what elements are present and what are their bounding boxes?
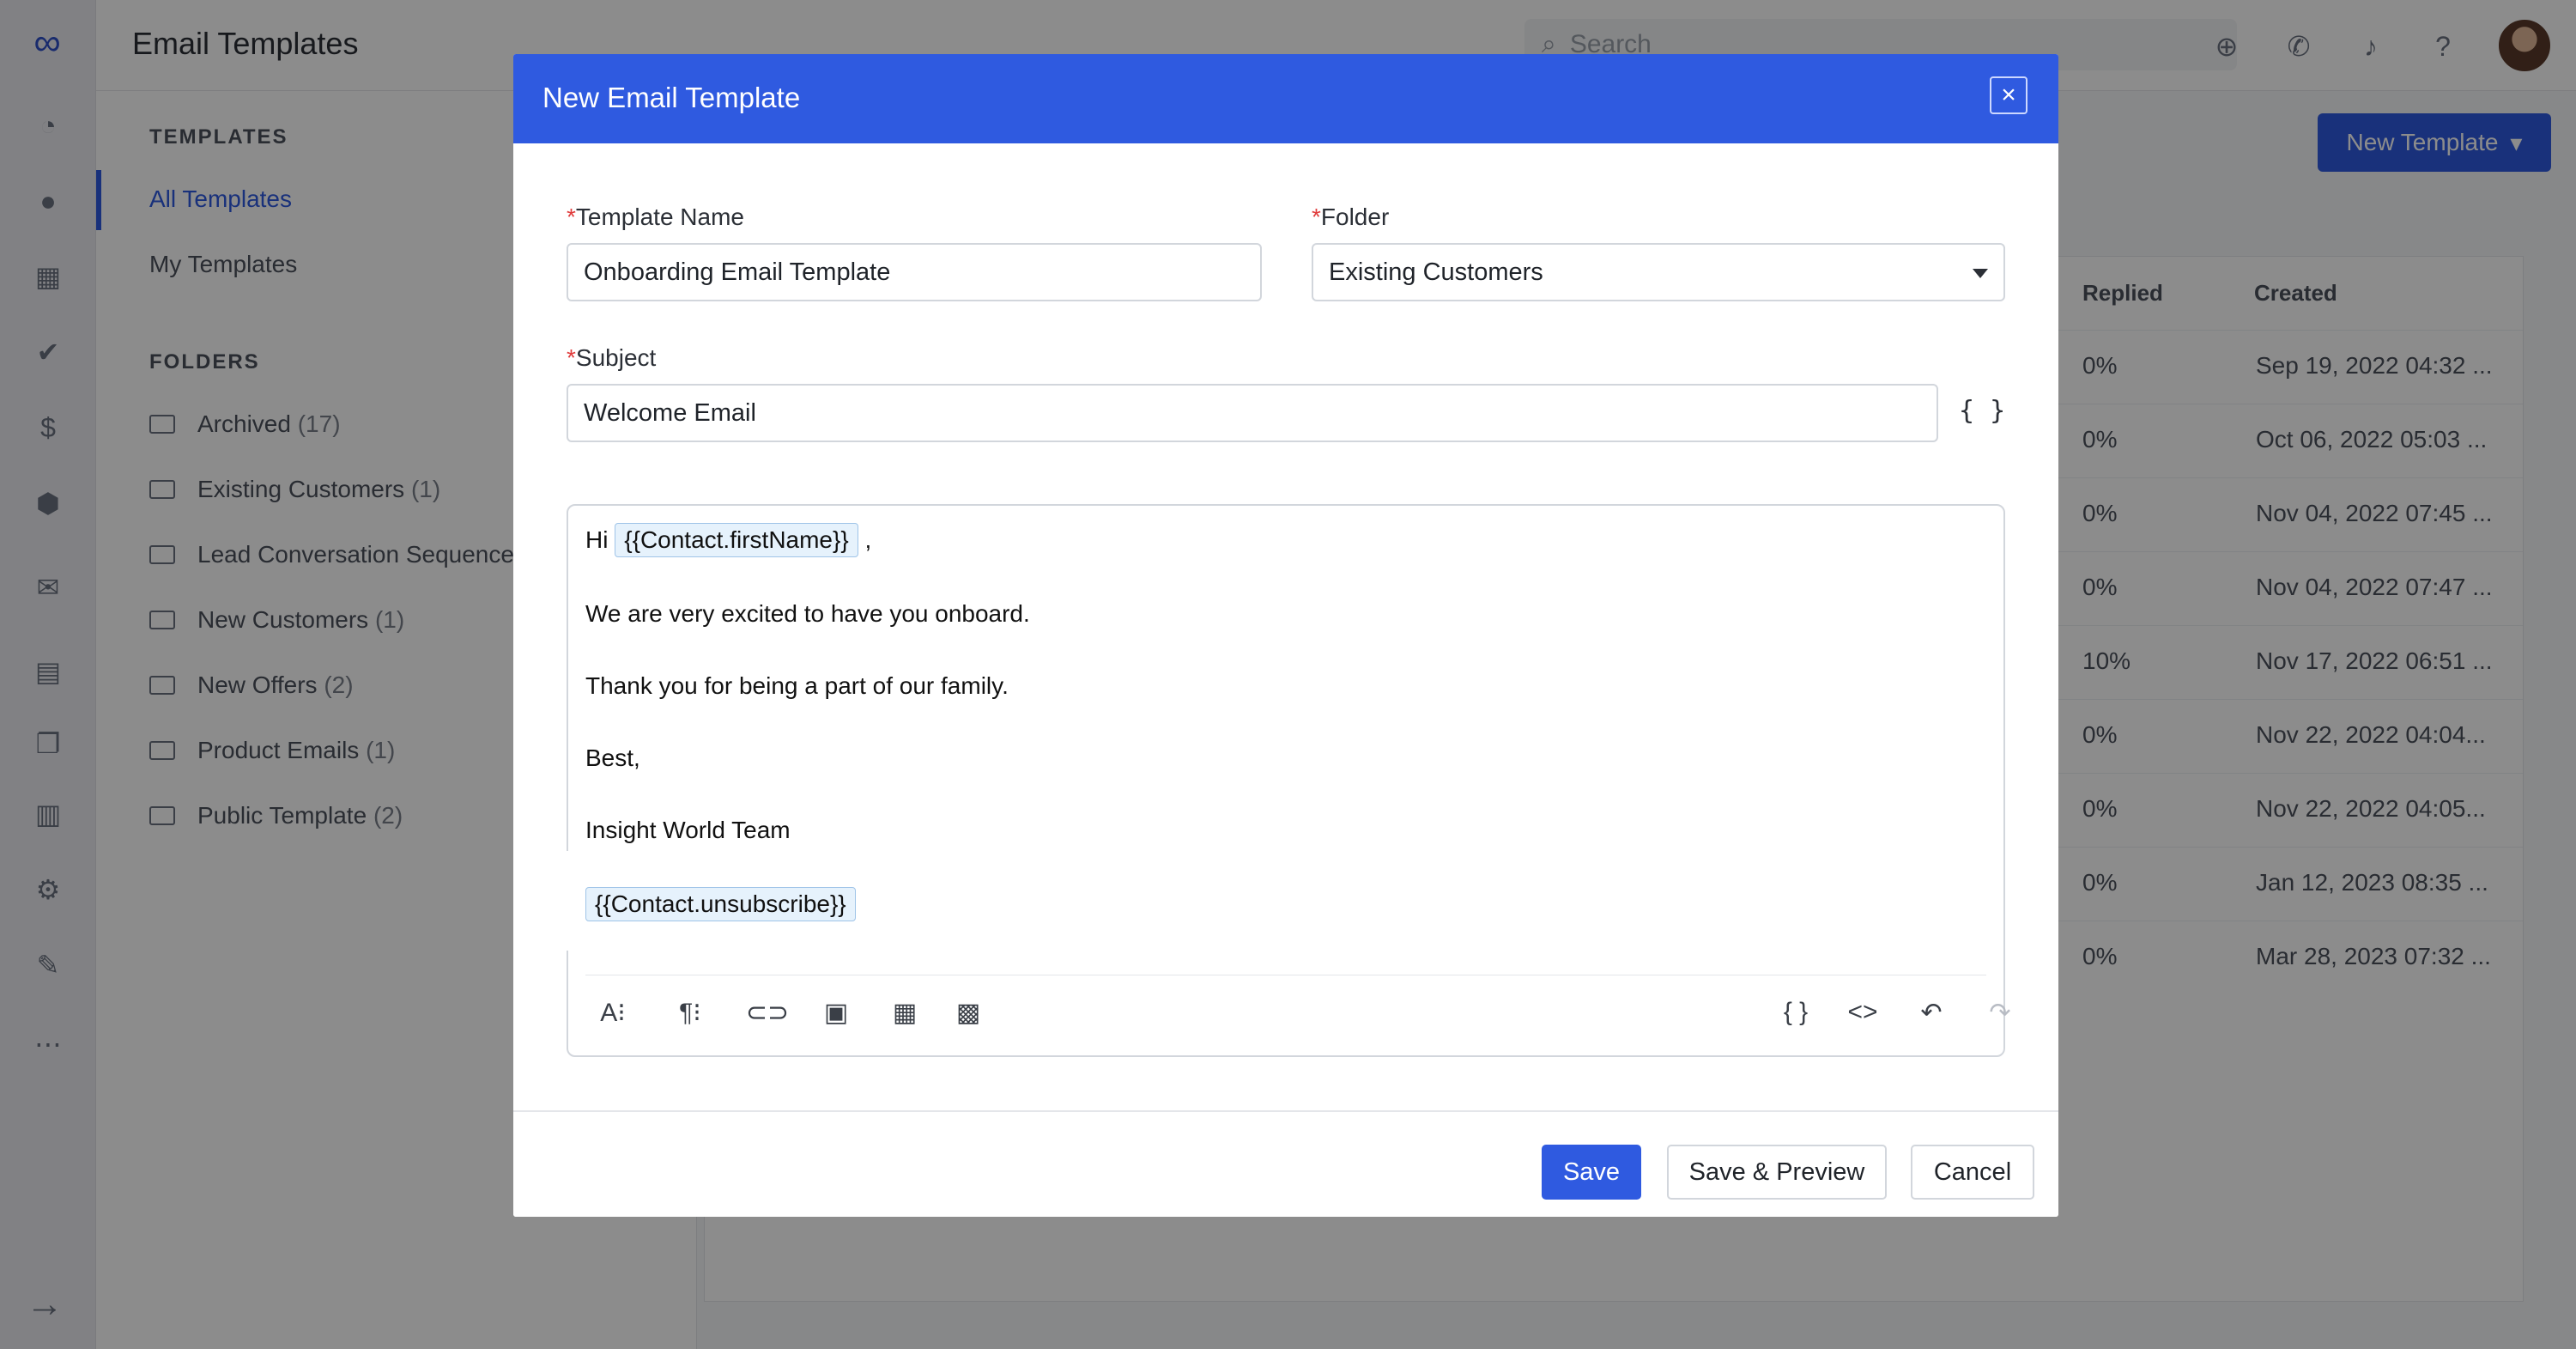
- merge-field-icon[interactable]: { }: [1773, 990, 1818, 1035]
- body-line[interactable]: Thank you for being a part of our family…: [585, 672, 1009, 700]
- required-mark: *: [1312, 204, 1321, 230]
- text-format-icon[interactable]: A⁝: [591, 990, 635, 1035]
- code-icon[interactable]: <>: [1840, 990, 1885, 1035]
- dialog-header: New Email Template ×: [513, 54, 2058, 143]
- save-and-preview-button[interactable]: Save & Preview: [1667, 1145, 1887, 1200]
- dropdown-caret-icon: [1973, 269, 1988, 278]
- close-icon: ×: [2001, 81, 2016, 109]
- subject-merge-field-button[interactable]: { }: [1959, 396, 2005, 426]
- close-button[interactable]: ×: [1990, 76, 2027, 114]
- greeting-line[interactable]: Hi {{Contact.firstName}} ,: [585, 523, 871, 557]
- dialog-footer: Save Save & Preview Cancel: [513, 1110, 2058, 1217]
- template-name-input[interactable]: Onboarding Email Template: [567, 243, 1262, 301]
- redo-icon[interactable]: ↷: [1978, 990, 2022, 1035]
- body-line[interactable]: Best,: [585, 744, 640, 772]
- unsubscribe-merge-tag[interactable]: {{Contact.unsubscribe}}: [585, 887, 856, 921]
- required-mark: *: [567, 204, 576, 230]
- body-line[interactable]: Insight World Team: [585, 817, 791, 844]
- save-button[interactable]: Save: [1542, 1145, 1641, 1200]
- body-line[interactable]: We are very excited to have you onboard.: [585, 600, 1030, 628]
- new-email-template-dialog: New Email Template × *Template Name Onbo…: [513, 54, 2058, 1217]
- first-name-merge-tag[interactable]: {{Contact.firstName}}: [615, 523, 858, 557]
- image-icon[interactable]: ▣: [814, 990, 858, 1035]
- dialog-title: New Email Template: [542, 82, 801, 113]
- unsubscribe-line[interactable]: {{Contact.unsubscribe}}: [585, 887, 856, 921]
- email-body-editor[interactable]: Hi {{Contact.firstName}} , We are very e…: [567, 504, 2011, 1057]
- subject-input[interactable]: Welcome Email: [567, 384, 1938, 442]
- subject-label: *Subject: [567, 344, 657, 371]
- cancel-button[interactable]: Cancel: [1911, 1145, 2034, 1200]
- template-name-label: *Template Name: [567, 204, 744, 230]
- undo-icon[interactable]: ↶: [1909, 990, 1954, 1035]
- table-icon[interactable]: ▦: [882, 990, 927, 1035]
- folder-select[interactable]: Existing Customers: [1312, 243, 2005, 301]
- folder-label: *Folder: [1312, 204, 1390, 230]
- paragraph-icon[interactable]: ¶⁝: [668, 990, 712, 1035]
- link-icon[interactable]: ⊂⊃: [745, 990, 790, 1035]
- required-mark: *: [567, 344, 576, 371]
- calendar-icon[interactable]: ▩: [946, 990, 991, 1035]
